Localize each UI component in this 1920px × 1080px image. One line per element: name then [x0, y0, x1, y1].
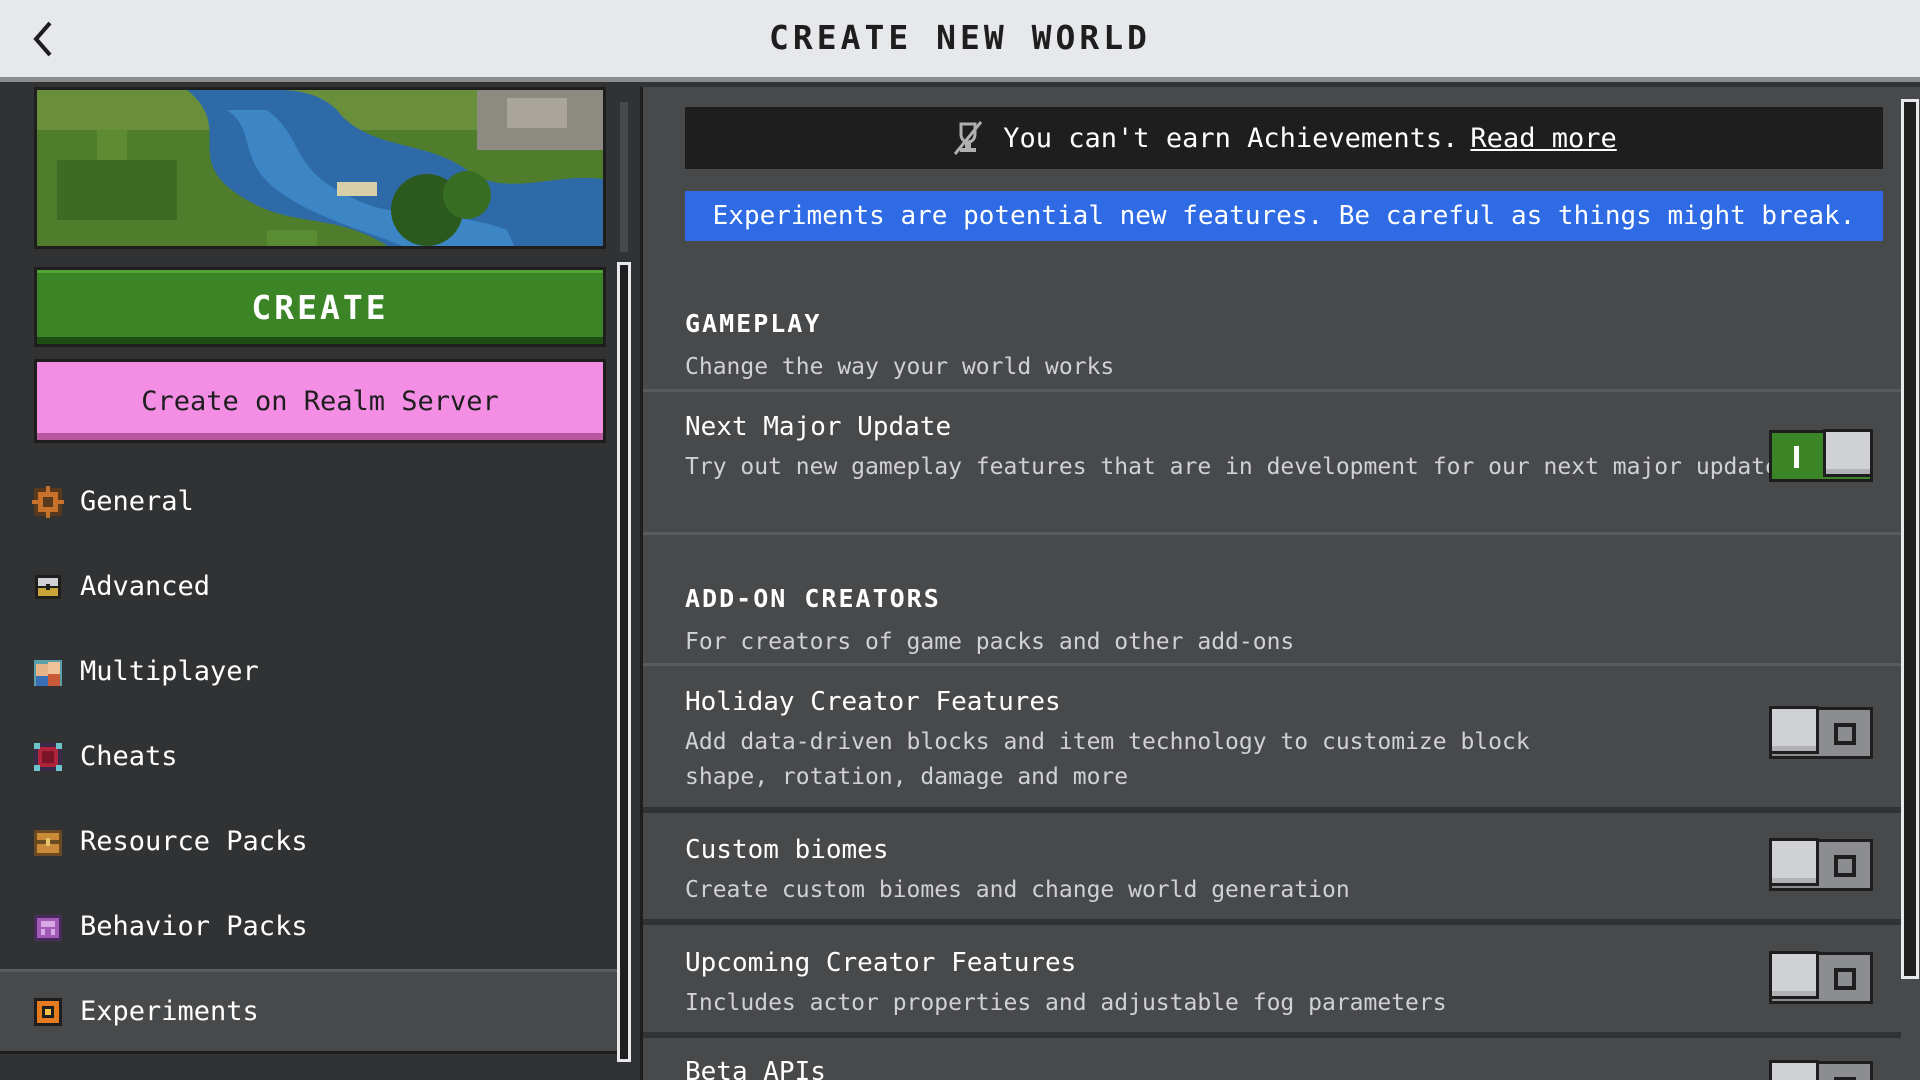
next-major-update-toggle[interactable] [1769, 429, 1873, 482]
setting-upcoming-creator-features: Upcoming Creator Features Includes actor… [685, 948, 1883, 1021]
nav-item-cheats[interactable]: Cheats [0, 714, 618, 799]
divider [643, 807, 1901, 813]
holiday-creator-features-toggle[interactable] [1769, 706, 1873, 759]
divider [643, 1032, 1901, 1038]
divider [643, 389, 1901, 392]
setting-name: Holiday Creator Features [685, 687, 1061, 717]
setting-description: Create custom biomes and change world ge… [685, 877, 1350, 903]
right-scrollbar[interactable] [1901, 99, 1919, 979]
upcoming-creator-features-toggle[interactable] [1769, 951, 1873, 1004]
create-button[interactable]: CREATE [34, 267, 606, 347]
nav-item-multiplayer[interactable]: Multiplayer [0, 629, 618, 714]
section-subtitle: For creators of game packs and other add… [685, 629, 1295, 655]
divider [643, 663, 1901, 666]
nav-label: Advanced [80, 571, 211, 602]
toggle-knob [1769, 838, 1819, 886]
experiments-panel: You can't earn Achievements. Read more E… [640, 87, 1920, 1080]
nav-label: Behavior Packs [80, 911, 308, 942]
divider [643, 919, 1901, 925]
nav-item-resource-packs[interactable]: Resource Packs [0, 799, 618, 884]
section-title: ADD-ON CREATORS [685, 584, 941, 613]
toggle-knob [1769, 951, 1819, 999]
nav-label: Experiments [80, 996, 259, 1027]
nav-item-general[interactable]: General [0, 459, 618, 544]
nav-label: General [80, 486, 194, 517]
experiments-warning: Experiments are potential new features. … [685, 191, 1883, 241]
toggle-knob [1823, 429, 1873, 477]
nav-label: Resource Packs [80, 826, 308, 857]
chest-icon [35, 574, 61, 599]
setting-custom-biomes: Custom biomes Create custom biomes and c… [685, 835, 1883, 908]
setting-name: Upcoming Creator Features [685, 948, 1077, 978]
toggle-off-mark [1834, 855, 1856, 877]
notice-text: You can't earn Achievements. [1003, 122, 1459, 154]
preview-scrollbar[interactable] [620, 102, 628, 252]
header-bar: CREATE NEW WORLD [0, 0, 1920, 82]
nav-label: Multiplayer [80, 656, 259, 687]
left-scrollbar[interactable] [617, 262, 631, 1062]
divider [643, 532, 1901, 535]
achievements-notice: You can't earn Achievements. Read more [685, 107, 1883, 169]
beta-apis-toggle[interactable] [1769, 1060, 1873, 1080]
gear-icon [32, 485, 64, 518]
players-icon [34, 659, 62, 686]
resource-pack-icon [34, 829, 62, 856]
setting-beta-apis: Beta APIs [685, 1057, 1883, 1080]
flask-icon [34, 997, 62, 1026]
nav-item-behavior-packs[interactable]: Behavior Packs [0, 884, 618, 969]
left-panel: CREATE Create on Realm Server General Ad… [0, 87, 640, 1080]
setting-description: Try out new gameplay features that are i… [685, 454, 1779, 480]
toggle-knob [1769, 1060, 1819, 1080]
nav-item-experiments[interactable]: Experiments [0, 969, 618, 1054]
setting-name: Beta APIs [685, 1057, 826, 1080]
behavior-pack-icon [34, 914, 62, 941]
toggle-off-mark [1834, 723, 1856, 745]
world-preview-image [34, 87, 606, 249]
setting-description: Includes actor properties and adjustable… [685, 990, 1447, 1016]
setting-next-major-update: Next Major Update Try out new gameplay f… [685, 412, 1883, 512]
toggle-off-mark [1834, 968, 1856, 990]
section-addon-header: ADD-ON CREATORS For creators of game pac… [685, 584, 1294, 655]
setting-holiday-creator-features: Holiday Creator Features Add data-driven… [685, 687, 1883, 795]
toggle-on-mark [1794, 446, 1799, 468]
nav-item-advanced[interactable]: Advanced [0, 544, 618, 629]
no-achievements-icon [954, 121, 983, 155]
section-title: GAMEPLAY [685, 309, 822, 338]
setting-name: Custom biomes [685, 835, 889, 865]
section-subtitle: Change the way your world works [685, 354, 1115, 380]
section-gameplay-header: GAMEPLAY Change the way your world works [685, 309, 1114, 380]
nav-label: Cheats [80, 741, 178, 772]
page-title: CREATE NEW WORLD [769, 18, 1151, 57]
settings-nav: General Advanced Multiplayer Cheats Reso… [0, 459, 618, 1054]
create-on-realm-button[interactable]: Create on Realm Server [34, 359, 606, 443]
toggle-knob [1769, 706, 1819, 754]
read-more-link[interactable]: Read more [1470, 123, 1616, 154]
custom-biomes-toggle[interactable] [1769, 838, 1873, 891]
cheats-icon [34, 742, 62, 771]
setting-name: Next Major Update [685, 412, 952, 442]
setting-description: Add data-driven blocks and item technolo… [685, 729, 1530, 790]
